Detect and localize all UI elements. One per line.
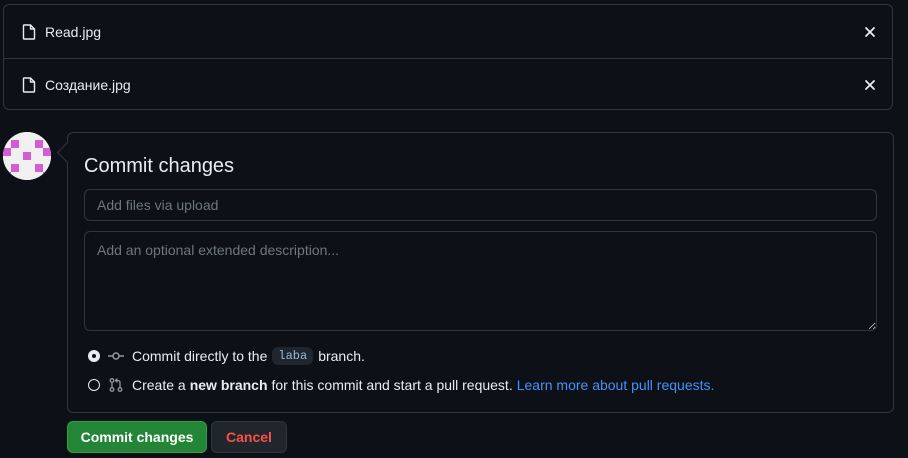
- commit-direct-prefix: Commit directly to the: [132, 348, 268, 364]
- commit-direct-suffix: branch.: [318, 348, 365, 364]
- file-row: Read.jpg: [4, 5, 892, 58]
- file-icon: [22, 23, 36, 40]
- create-branch-option[interactable]: Create a new branch for this commit and …: [88, 377, 714, 393]
- commit-direct-radio[interactable]: [88, 350, 100, 362]
- file-icon: [22, 77, 36, 93]
- git-pull-request-icon: [109, 378, 123, 392]
- file-row: Создание.jpg: [4, 58, 892, 111]
- learn-more-pull-requests-link[interactable]: Learn more about pull requests.: [517, 377, 715, 393]
- commit-upload-page: Read.jpg Создание.jpg Commit changes Add…: [0, 0, 908, 458]
- commit-summary-input[interactable]: [84, 189, 877, 221]
- close-icon[interactable]: [862, 77, 878, 93]
- create-branch-radio[interactable]: [88, 379, 100, 391]
- commit-direct-label: Commit directly to the laba branch.: [132, 347, 365, 365]
- identicon-icon: [3, 132, 51, 180]
- create-branch-label: Create a new branch for this commit and …: [132, 377, 714, 393]
- new-branch-emphasis: new branch: [189, 377, 268, 393]
- create-branch-suffix: for this commit and start a pull request…: [271, 377, 513, 393]
- avatar[interactable]: [3, 132, 51, 180]
- commit-form-title: Commit changes: [84, 155, 235, 177]
- commit-direct-option[interactable]: Commit directly to the laba branch.: [88, 347, 365, 365]
- commit-changes-button[interactable]: Commit changes: [67, 421, 207, 453]
- close-icon[interactable]: [862, 24, 878, 40]
- commit-form: Commit changes Commit directly to the la…: [67, 132, 894, 413]
- cancel-button[interactable]: Cancel: [211, 421, 287, 453]
- branch-name: laba: [272, 347, 314, 365]
- uploaded-file-list: Read.jpg Создание.jpg: [3, 4, 893, 110]
- create-branch-prefix: Create a: [132, 377, 186, 393]
- git-commit-icon: [108, 352, 124, 360]
- commit-description-input[interactable]: [84, 231, 877, 331]
- file-name: Создание.jpg: [45, 77, 131, 93]
- file-name: Read.jpg: [45, 23, 102, 40]
